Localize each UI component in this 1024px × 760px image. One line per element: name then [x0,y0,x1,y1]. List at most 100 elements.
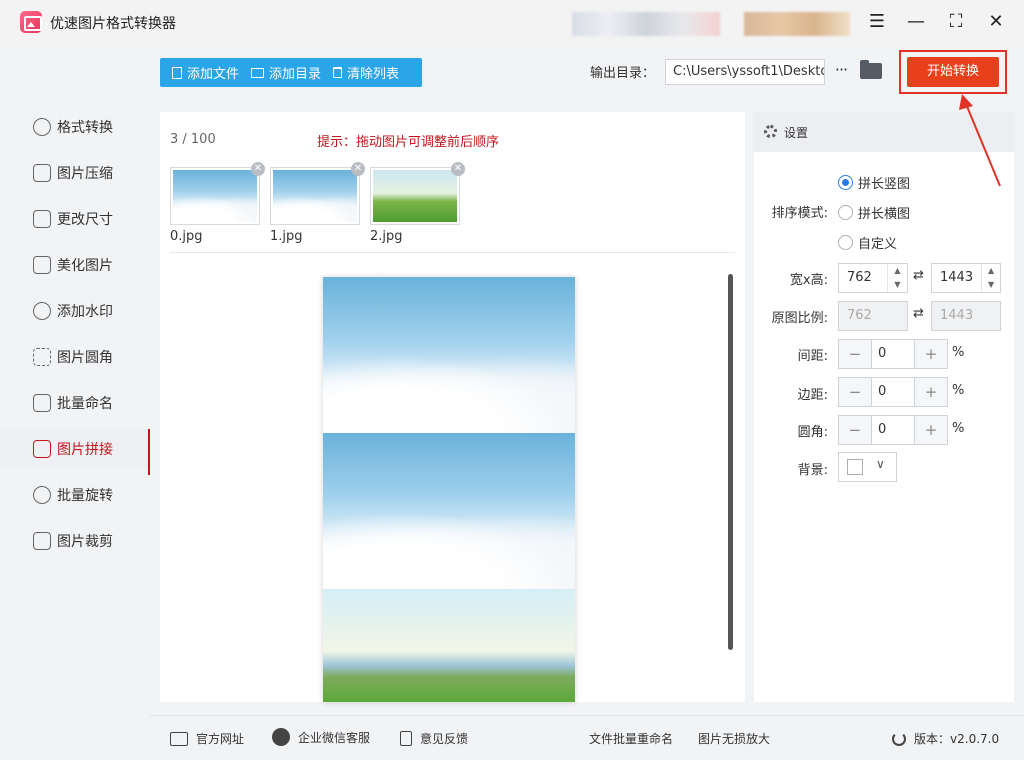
sort-mode-label: 排序模式: [771,206,828,221]
preview-image [323,433,575,589]
background-color-picker[interactable]: ∨ [838,452,897,482]
sidebar-item-beautify[interactable]: 美化图片 [0,245,150,285]
add-file-button[interactable]: 添加文件 [160,58,245,87]
browse-more-button[interactable]: ··· [831,60,851,84]
ratio-width-input: 762 [838,301,908,331]
file-thumbnail[interactable]: ✕ [270,162,365,225]
output-dir-label: 输出目录： [590,66,656,81]
file-icon [172,66,182,79]
swap-ratio-icon: ⇄ [913,306,924,321]
website-label: 官方网址 [196,732,245,746]
remove-file-icon[interactable]: ✕ [251,162,265,176]
sidebar-item-round-corner[interactable]: 图片圆角 [0,337,150,377]
menu-icon[interactable]: ☰ [862,8,892,36]
stitch-icon [33,440,51,458]
version-value: v2.0.7.0 [950,731,1000,746]
swap-size-icon[interactable]: ⇄ [913,268,924,283]
ratio-width-value: 762 [847,308,872,323]
spacing-plus-button[interactable]: + [915,340,947,368]
spacing-stepper[interactable]: − 0 + [838,339,948,369]
sidebar-item-crop[interactable]: 图片裁剪 [0,521,150,561]
size-label: 宽x高: [789,273,828,288]
ratio-height-value: 1443 [940,308,974,323]
radio-dot [838,235,853,250]
height-input[interactable]: 1443 ▲ ▼ [931,263,1001,293]
sidebar-item-compress[interactable]: 图片压缩 [0,153,150,193]
maximize-icon[interactable]: ⛶ [941,8,971,36]
add-directory-button[interactable]: 添加目录 [245,58,327,87]
height-stepper-arrows[interactable]: ▲ ▼ [981,264,1000,292]
footer-bar: 官方网址 企业微信客服 意见反馈 文件批量重命名 图片无损放大 版本： v2.0… [150,715,1024,760]
margin-label: 边距: [797,388,828,403]
file-name: 0.jpg [170,229,203,244]
feedback-link[interactable]: 意见反馈 [400,730,468,747]
start-convert-button[interactable]: 开始转换 [907,57,999,87]
title-bar: 优速图片格式转换器 ☰ — ⛶ ✕ [0,0,1024,45]
version-info: 版本： v2.0.7.0 [892,730,999,747]
wechat-label: 企业微信客服 [298,730,371,745]
height-value: 1443 [940,270,974,285]
corner-radius-stepper[interactable]: − 0 + [838,415,948,445]
radio-dot [838,175,853,190]
mode-custom-radio[interactable]: 自定义 [838,233,897,252]
width-input[interactable]: 762 ▲ ▼ [838,263,908,293]
file-thumbnail[interactable]: ✕ [170,162,265,225]
remove-file-icon[interactable]: ✕ [451,162,465,176]
feedback-icon [400,731,412,746]
sidebar-item-rename[interactable]: 批量命名 [0,383,150,423]
mode-horizontal-radio[interactable]: 拼长横图 [838,203,910,222]
output-dir-field[interactable]: C:\Users\yssoft1\Desktop [665,59,825,85]
margin-stepper[interactable]: − 0 + [838,377,948,407]
spacing-value[interactable]: 0 [871,340,915,368]
open-folder-icon[interactable] [860,60,882,79]
thumbnail-image [273,170,357,222]
file-thumbnail[interactable]: ✕ [370,162,465,225]
stitch-preview [323,277,575,702]
radius-value[interactable]: 0 [871,416,915,444]
sidebar-item-format-convert[interactable]: 格式转换 [0,107,150,147]
sidebar-item-label: 图片拼接 [57,442,113,458]
margin-plus-button[interactable]: + [915,378,947,406]
color-swatch [847,459,863,475]
settings-panel: 设置 排序模式: 拼长竖图 拼长横图 自定义 宽x高: 762 ▲ ▼ ⇄ 144… [754,112,1014,702]
spacing-minus-button[interactable]: − [839,340,871,368]
file-name: 1.jpg [270,229,303,244]
clear-list-label: 清除列表 [347,67,400,82]
sidebar-item-label: 格式转换 [57,120,113,136]
lossless-enlarge-link[interactable]: 图片无损放大 [698,730,770,747]
website-link[interactable]: 官方网址 [170,730,244,747]
gear-icon [764,125,777,138]
minimize-icon[interactable]: — [901,8,931,36]
file-panel: 3 / 100 提示：拖动图片可调整前后顺序 ✕ 0.jpg ✕ 1.jpg ✕… [160,112,745,702]
margin-minus-button[interactable]: − [839,378,871,406]
blurred-account-info [572,12,720,36]
sidebar-item-resize[interactable]: 更改尺寸 [0,199,150,239]
beautify-icon [33,256,51,274]
radio-dot [838,205,853,220]
sidebar-item-label: 图片压缩 [57,166,113,182]
close-icon[interactable]: ✕ [981,8,1011,36]
preview-image [323,277,575,433]
refresh-icon[interactable] [892,731,906,746]
add-file-label: 添加文件 [187,67,240,82]
watermark-icon [33,302,51,320]
mode-vertical-radio[interactable]: 拼长竖图 [838,173,910,192]
batch-rename-link[interactable]: 文件批量重命名 [589,730,673,747]
width-stepper-arrows[interactable]: ▲ ▼ [887,264,907,292]
resize-icon [33,210,51,228]
margin-value[interactable]: 0 [871,378,915,406]
radius-minus-button[interactable]: − [839,416,871,444]
remove-file-icon[interactable]: ✕ [351,162,365,176]
trash-icon [333,67,343,78]
rename-icon [33,394,51,412]
sidebar-item-stitch[interactable]: 图片拼接 [0,429,150,475]
wechat-support-link[interactable]: 企业微信客服 [272,728,370,746]
sidebar-item-label: 批量命名 [57,396,113,412]
preview-scrollbar[interactable] [728,274,733,650]
settings-title: 设置 [784,126,809,140]
blurred-user-avatar [744,12,850,36]
radius-plus-button[interactable]: + [915,416,947,444]
sidebar-item-rotate[interactable]: 批量旋转 [0,475,150,515]
clear-list-button[interactable]: 清除列表 [327,58,405,87]
sidebar-item-watermark[interactable]: 添加水印 [0,291,150,331]
